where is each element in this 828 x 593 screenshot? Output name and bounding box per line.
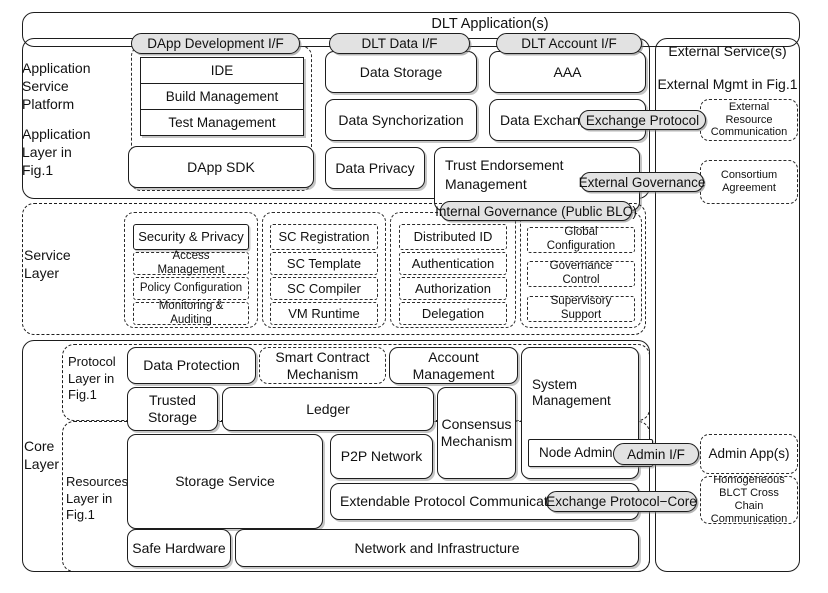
authorization-box[interactable]: Authorization [399,277,507,300]
storage-service-box[interactable]: Storage Service [127,434,323,529]
distributed-id-box[interactable]: Distributed ID [399,224,507,250]
exchange-protocol-pill[interactable]: Exchange Protocol [579,110,706,130]
data-synchorization-box[interactable]: Data Synchorization [325,99,477,141]
application-service-platform-label: Application Service Platform [22,60,91,112]
trusted-storage-label: Trusted Storage [147,392,198,425]
internal-governance-pill[interactable]: Internal Governance (Public BLC) [435,201,637,221]
smart-contract-mechanism-label: Smart Contract Mechanism [275,348,370,382]
dapp-sdk-box[interactable]: DApp SDK [128,146,314,188]
dev-tool-stack: IDE Build Management Test Management [140,57,304,136]
application-layer-fig1-label: Application Layer in Fig.1 [22,126,91,178]
supervisory-support-box[interactable]: Supervisory Support [527,295,635,322]
cross-chain-communication-box[interactable]: Homogeneous BLCT Cross Chain Communicati… [700,474,798,525]
network-infrastructure-box[interactable]: Network and Infrastructure [235,529,639,567]
consortium-agreement-box[interactable]: Consortium Agreement [700,160,798,204]
policy-configuration-box[interactable]: Policy Configuration [133,277,249,300]
architecture-diagram: DLT Application(s) Application Service P… [0,0,828,593]
data-storage-box[interactable]: Data Storage [325,51,477,93]
dlt-data-if-pill[interactable]: DLT Data I/F [329,33,470,54]
trust-endorsement-management-label: Trust Endorsement Management [445,157,564,192]
consortium-agreement-label: Consortium Agreement [720,169,778,194]
data-protection-box[interactable]: Data Protection [127,347,256,384]
stack-item-build-management[interactable]: Build Management [141,84,303,110]
data-privacy-box[interactable]: Data Privacy [325,147,425,189]
system-management-label: System Management [532,377,611,408]
cross-chain-communication-label: Homogeneous BLCT Cross Chain Communicati… [710,474,788,525]
stack-item-test-management[interactable]: Test Management [141,110,303,135]
governance-control-box[interactable]: Governance Control [527,260,635,287]
admin-if-pill[interactable]: Admin I/F [613,443,699,465]
trusted-storage-box[interactable]: Trusted Storage [127,387,218,431]
dlt-account-if-pill[interactable]: DLT Account I/F [496,33,642,54]
ledger-box[interactable]: Ledger [222,387,434,431]
monitoring-auditing-box[interactable]: Monitoring & Auditing [133,300,249,326]
external-services-title: External Service(s) [668,43,787,59]
admin-apps-box[interactable]: Admin App(s) [700,434,798,474]
vm-runtime-box[interactable]: VM Runtime [270,302,378,325]
consensus-mechanism-label: Consensus Mechanism [440,416,513,449]
consensus-mechanism-box[interactable]: Consensus Mechanism [437,387,516,479]
dlt-application-title: DLT Application(s) [431,16,549,32]
aaa-box[interactable]: AAA [489,51,646,93]
external-mgmt-fig1-label: External Mgmt in Fig.1 [657,76,798,92]
account-management-box[interactable]: Account Management [389,347,518,384]
external-resource-communication-label: External Resource Communication [710,100,788,139]
sc-registration-box[interactable]: SC Registration [270,224,378,250]
access-management-box[interactable]: Access Management [133,250,249,276]
smart-contract-mechanism-box[interactable]: Smart Contract Mechanism [259,347,386,384]
service-layer-label: Service Layer [24,247,71,281]
sc-compiler-box[interactable]: SC Compiler [270,277,378,300]
external-governance-pill[interactable]: External Governance [579,172,705,192]
p2p-network-box[interactable]: P2P Network [330,434,433,479]
delegation-box[interactable]: Delegation [399,302,507,325]
safe-hardware-box[interactable]: Safe Hardware [127,529,231,567]
security-privacy-box[interactable]: Security & Privacy [133,224,249,250]
authentication-box[interactable]: Authentication [399,252,507,275]
exchange-protocol-core-pill[interactable]: Exchange Protocol−Core [546,491,697,512]
global-configuration-box[interactable]: Global Configuration [527,226,635,253]
stack-item-ide[interactable]: IDE [141,58,303,84]
sc-template-box[interactable]: SC Template [270,252,378,275]
dapp-development-if-pill[interactable]: DApp Development I/F [131,33,300,54]
external-resource-communication-box[interactable]: External Resource Communication [700,99,798,141]
